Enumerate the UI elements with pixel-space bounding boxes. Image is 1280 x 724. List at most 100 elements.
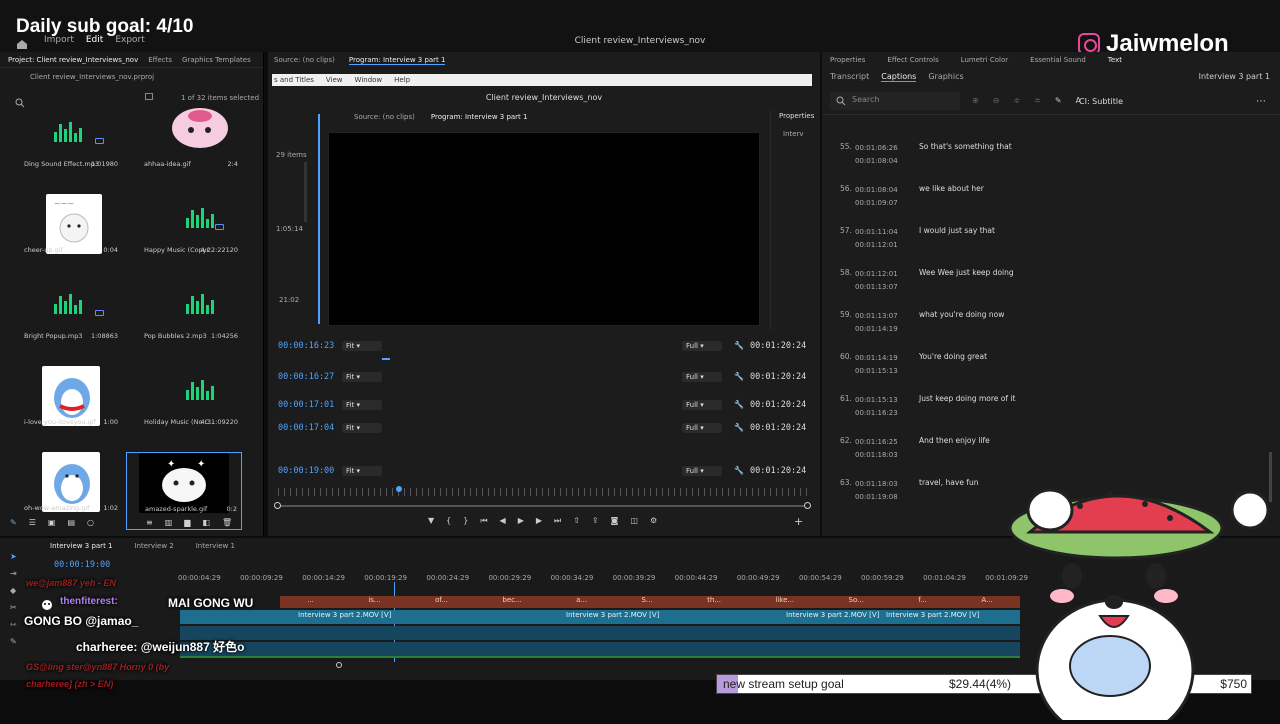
inner-tab-program[interactable]: Program: Interview 3 part 1 <box>431 113 528 121</box>
caption-row[interactable]: 56. 00:01:08:04 00:01:09:07 we like about… <box>822 178 1272 220</box>
list-item[interactable]: Bright Popup.mp3 1:08863 <box>6 280 122 366</box>
list-item[interactable]: Ding Sound Effect.mp3 1:01980 <box>6 108 122 194</box>
align-icon[interactable]: ≑ <box>1013 96 1020 105</box>
subtab-transcript[interactable]: Transcript <box>830 72 869 82</box>
resolution-select[interactable]: Full ▾ <box>682 372 722 382</box>
caption-text[interactable]: You're doing great <box>919 352 987 361</box>
captions-search[interactable]: Search <box>830 92 960 110</box>
tab-properties[interactable]: Properties <box>830 56 865 64</box>
list-item[interactable]: ~~~ cheer-up.gif 0:04 <box>6 194 122 280</box>
playhead-timecode[interactable]: 00:00:16:27 <box>278 372 334 382</box>
track-select-icon[interactable]: ⇥ <box>10 569 17 578</box>
more-options-icon[interactable]: ⋯ <box>1256 96 1266 107</box>
step-back-icon[interactable]: ◀ <box>500 516 506 526</box>
edit-pencil-icon[interactable]: ✎ <box>1055 96 1062 105</box>
selection-tool-icon[interactable]: ➤ <box>10 552 17 561</box>
icon-view-icon[interactable]: ▣ <box>48 518 56 527</box>
caption-row[interactable]: 57. 00:01:11:04 00:01:12:01 I would just … <box>822 220 1272 262</box>
fit-select[interactable]: Fit ▾ <box>342 341 382 351</box>
list-item[interactable]: Holiday Music (No C... 4:31:09220 <box>126 366 242 452</box>
wrench-icon[interactable]: 🔧 <box>734 341 744 350</box>
subtab-captions[interactable]: Captions <box>881 72 917 82</box>
resolution-select[interactable]: Full ▾ <box>682 341 722 351</box>
tab-effects[interactable]: Effects <box>148 56 172 64</box>
caption-row[interactable]: 62. 00:01:16:25 00:01:18:03 And then enjo… <box>822 430 1272 472</box>
compare-icon[interactable]: ◫ <box>630 516 638 526</box>
go-to-in-icon[interactable]: ⏮ <box>480 516 487 526</box>
caption-text[interactable]: And then enjoy life <box>919 436 990 445</box>
timeline-playhead-timecode[interactable]: 00:00:19:00 <box>54 560 110 570</box>
go-to-out-icon[interactable]: ⏭ <box>554 516 561 526</box>
menu-window[interactable]: Window <box>355 76 383 84</box>
caption-text[interactable]: what you're doing now <box>919 310 1004 319</box>
list-item[interactable]: ahhaa-idea.gif 2:4 <box>126 108 242 194</box>
tab-text[interactable]: Text <box>1108 56 1122 64</box>
playhead-timecode[interactable]: 00:00:19:00 <box>278 466 334 476</box>
extract-icon[interactable]: ⇪ <box>592 516 599 526</box>
inner-tab-source[interactable]: Source: (no clips) <box>354 113 415 121</box>
sort-icon[interactable]: ≡ <box>146 518 153 527</box>
resolution-select[interactable]: Full ▾ <box>682 423 722 433</box>
trash-icon[interactable]: 🗑 <box>222 518 232 527</box>
playhead-timecode[interactable]: 00:00:17:01 <box>278 400 334 410</box>
split-caption-icon[interactable]: ⊕ <box>972 96 979 105</box>
caption-row[interactable]: 59. 00:01:13:07 00:01:14:19 what you're d… <box>822 304 1272 346</box>
playhead-handle[interactable] <box>396 486 402 492</box>
scroll-handle-right[interactable] <box>804 502 811 509</box>
ripple-edit-icon[interactable]: ◆ <box>10 586 17 595</box>
scrollbar[interactable] <box>304 162 307 222</box>
mark-in-icon[interactable]: { <box>446 516 451 526</box>
list-item[interactable]: Pop Bubbles 2.mp3 1:04256 <box>126 280 242 366</box>
list-item[interactable]: Happy Music (Copyr... 4:22:22120 <box>126 194 242 280</box>
razor-tool-icon[interactable]: ✂ <box>10 603 17 612</box>
tab-graphics-templates[interactable]: Graphics Templates <box>182 56 251 64</box>
wrench-icon[interactable]: 🔧 <box>734 466 744 475</box>
caption-row[interactable]: 58. 00:01:12:01 00:01:13:07 Wee Wee just … <box>822 262 1272 304</box>
export-frame-icon[interactable]: ◙ <box>611 516 619 526</box>
list-view-icon[interactable]: ☰ <box>29 518 36 527</box>
playhead-timecode[interactable]: 00:00:16:23 <box>278 341 334 351</box>
zoom-slider-icon[interactable]: ○ <box>87 518 94 527</box>
fit-select[interactable]: Fit ▾ <box>342 466 382 476</box>
new-bin-icon[interactable] <box>145 93 153 100</box>
tab-interview-2[interactable]: Interview 2 <box>135 542 174 550</box>
playhead-timecode[interactable]: 00:00:17:04 <box>278 423 334 433</box>
audio-track-2[interactable] <box>180 642 1020 656</box>
merge-caption-icon[interactable]: ⊖ <box>993 96 1000 105</box>
caption-text[interactable]: Wee Wee just keep doing <box>919 268 1014 277</box>
properties-item[interactable]: Interv <box>771 122 820 146</box>
caption-text[interactable]: Just keep doing more of it <box>919 394 1015 403</box>
time-ruler[interactable] <box>278 488 808 496</box>
caption-row[interactable]: 61. 00:01:15:13 00:01:16:23 Just keep doi… <box>822 388 1272 430</box>
freeform-view-icon[interactable]: ▤ <box>67 518 75 527</box>
add-button-icon[interactable]: + <box>794 515 803 528</box>
pencil-icon[interactable]: ✎ <box>10 518 17 527</box>
timeline-scroll-handle[interactable] <box>336 662 342 668</box>
tab-interview-3-part-1[interactable]: Interview 3 part 1 <box>50 542 113 550</box>
fit-select[interactable]: Fit ▾ <box>342 423 382 433</box>
audio-track-1[interactable] <box>180 626 1020 640</box>
tab-effect-controls[interactable]: Effect Controls <box>887 56 938 64</box>
zoom-scrollbar[interactable] <box>278 505 808 507</box>
fit-select[interactable]: Fit ▾ <box>342 400 382 410</box>
video-track[interactable]: Interview 3 part 2.MOV [V] Interview 3 p… <box>180 610 1020 624</box>
tab-interview-1[interactable]: Interview 1 <box>196 542 235 550</box>
step-forward-icon[interactable]: ▶ <box>536 516 542 526</box>
menu-captions-titles[interactable]: s and Titles <box>274 76 314 84</box>
wrench-icon[interactable]: 🔧 <box>734 372 744 381</box>
lift-icon[interactable]: ⇧ <box>573 516 580 526</box>
tab-project[interactable]: Project: Client review_Interviews_nov <box>8 56 138 64</box>
resolution-select[interactable]: Full ▾ <box>682 400 722 410</box>
caption-text[interactable]: we like about her <box>919 184 984 193</box>
scroll-handle-left[interactable] <box>274 502 281 509</box>
caption-text[interactable]: travel, have fun <box>919 478 978 487</box>
tab-lumetri-color[interactable]: Lumetri Color <box>961 56 1008 64</box>
caption-text[interactable]: I would just say that <box>919 226 995 235</box>
subtitle-track[interactable]: ... is... of... bec... a... S... th... like... S… <box>280 596 1020 608</box>
caption-text[interactable]: So that's something that <box>919 142 1012 151</box>
caption-row[interactable]: 55. 00:01:06:26 00:01:08:04 So that's som… <box>822 136 1272 178</box>
list-item[interactable]: i-love-you-iloveyou.gif 1:00 <box>6 366 122 452</box>
tab-program[interactable]: Program: Interview 3 part 1 <box>348 56 446 65</box>
tab-source[interactable]: Source: (no clips) <box>274 56 335 64</box>
caption-row[interactable]: 60. 00:01:14:19 00:01:15:13 You're doing … <box>822 346 1272 388</box>
